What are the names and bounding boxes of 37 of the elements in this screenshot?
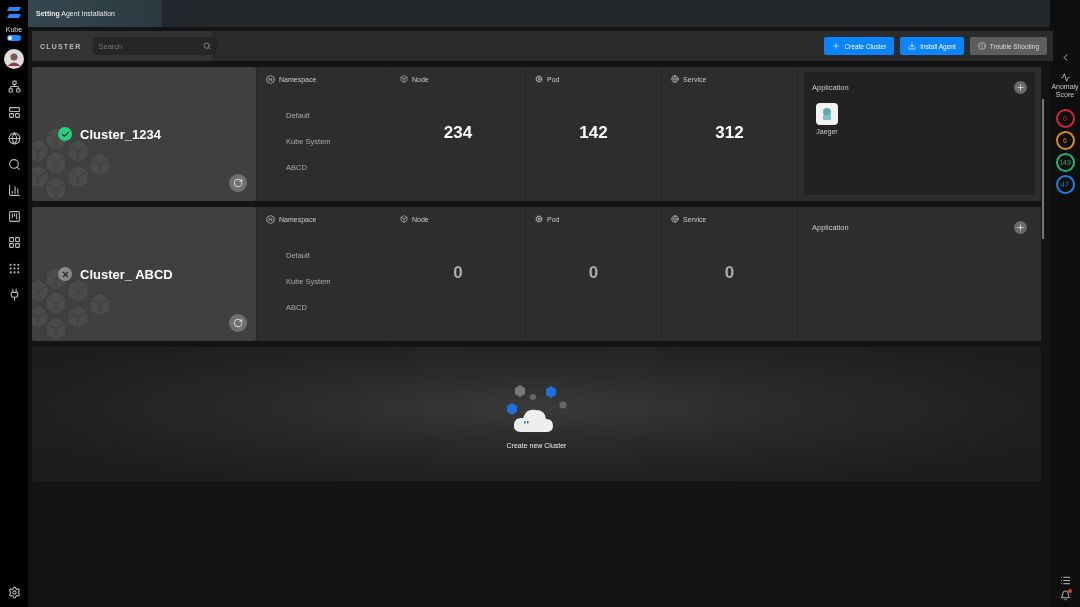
stat-value: 0 [453, 263, 463, 283]
refresh-icon [233, 178, 243, 188]
stat-value: 142 [579, 123, 608, 143]
toggle-switch[interactable] [7, 35, 21, 41]
refresh-button[interactable] [229, 174, 247, 192]
bell-icon[interactable] [1059, 590, 1071, 601]
plus-icon [1016, 83, 1025, 92]
avatar-icon[interactable] [4, 49, 24, 69]
cluster-name: Cluster_ ABCD [80, 266, 173, 282]
stat-value: 0 [588, 263, 599, 283]
cluster-name: Cluster_1234 [80, 126, 161, 142]
refresh-icon [233, 318, 243, 328]
namespace-icon [266, 215, 275, 224]
download-icon [908, 42, 917, 50]
cube-icon [400, 75, 408, 83]
globe-icon[interactable] [5, 129, 23, 147]
search-icon [203, 42, 212, 50]
add-button[interactable] [1014, 81, 1027, 94]
add-button[interactable] [1014, 221, 1027, 234]
namespace-icon [266, 75, 275, 84]
globe-icon [671, 75, 679, 83]
app-logo-icon [816, 103, 838, 125]
alert-icon [977, 42, 986, 50]
refresh-button[interactable] [229, 314, 247, 332]
logo-icon [6, 6, 22, 20]
plus-icon [832, 42, 841, 50]
gear-icon [535, 215, 543, 223]
list-icon[interactable] [1059, 575, 1071, 586]
globe-icon [671, 215, 679, 223]
cube-icon [400, 215, 408, 223]
stat-value: 234 [443, 123, 473, 143]
stat-value: 0 [724, 263, 735, 283]
gear-icon [535, 75, 543, 83]
plus-icon [1016, 223, 1025, 232]
stat-value: 312 [715, 123, 744, 143]
pulse-icon [1060, 73, 1070, 82]
hierarchy-icon[interactable] [5, 77, 23, 95]
